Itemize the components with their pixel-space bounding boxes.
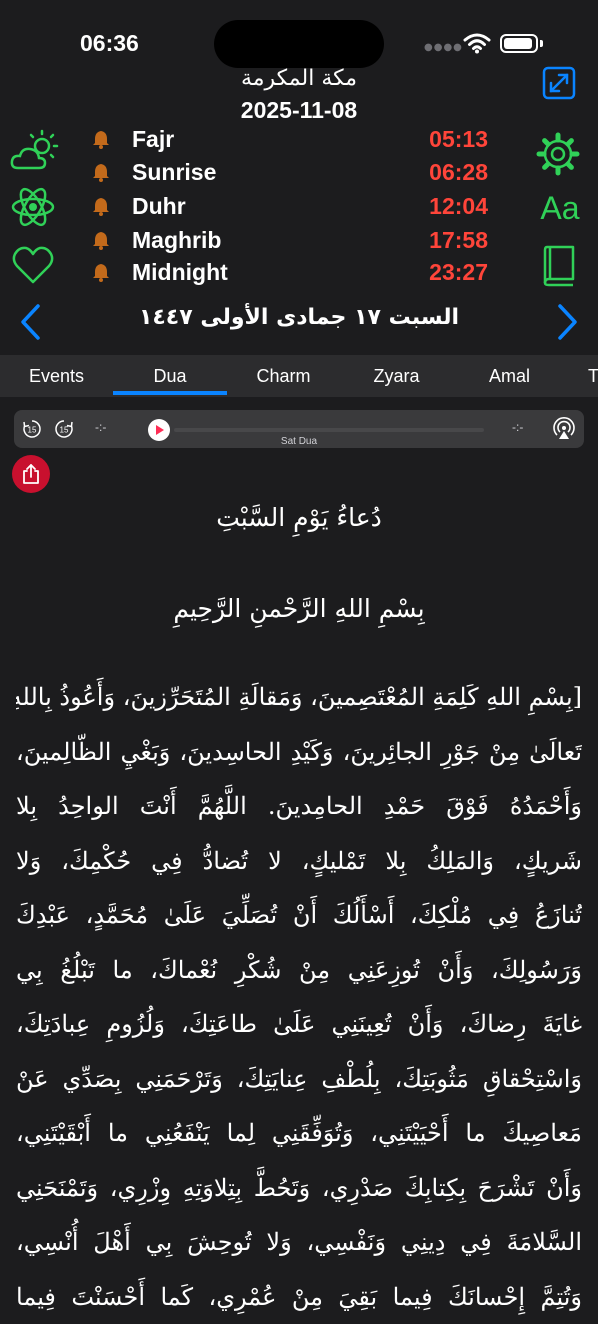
prayer-time: 12:04 <box>418 193 488 220</box>
battery-tip <box>540 40 543 47</box>
prayer-name: Midnight <box>132 259 418 286</box>
tab-charm[interactable]: Charm <box>227 355 340 395</box>
share-icon <box>20 463 42 485</box>
prayer-row-duhr[interactable]: Duhr 12:04 <box>88 190 488 222</box>
status-time: 06:36 <box>80 30 139 57</box>
signal-icon: ●●●● <box>424 42 463 53</box>
share-button[interactable] <box>12 455 50 493</box>
prayer-name: Sunrise <box>132 159 418 186</box>
gear-icon[interactable] <box>536 132 580 176</box>
active-tab-indicator <box>113 391 227 395</box>
bell-icon[interactable] <box>88 162 114 182</box>
hijri-date: السبت ١٧ جمادى الأولى ١٤٤٧ <box>60 305 538 330</box>
elapsed-time: -:- <box>95 420 106 434</box>
dua-line: وَأَحْمَدُهُ فَوْقَ حَمْدِ الحامِدينَ. ا… <box>16 779 582 834</box>
dynamic-island <box>214 20 384 68</box>
dua-line: السَّلامَةَ فِي دِينِي وَنَفْسِي، وَلا ت… <box>16 1215 582 1270</box>
tab-amal[interactable]: Amal <box>453 355 566 395</box>
dua-line: وَرَسُولِكَ، وَأَنْ تُوزِعَنِي مِنْ شُكْ… <box>16 943 582 998</box>
prayer-name: Duhr <box>132 193 418 220</box>
prayer-name: Fajr <box>132 126 418 153</box>
prayer-time: 23:27 <box>418 259 488 286</box>
battery-icon <box>500 34 538 53</box>
dua-line: تُنازَعُ فِي مُلْكِكَ، أَسْأَلُكَ أَنْ ت… <box>16 888 582 943</box>
bell-icon[interactable] <box>88 129 114 149</box>
dua-line: وَاسْتِحْقاقِ مَثُوبَتِكَ، بِلُطْفِ عِنا… <box>16 1052 582 1107</box>
prayer-time: 06:28 <box>418 159 488 186</box>
tab-events[interactable]: Events <box>0 355 113 395</box>
tab-bar: Events Dua Charm Zyara Amal T <box>0 355 598 397</box>
progress-slider[interactable] <box>174 428 484 432</box>
font-size-icon[interactable]: Aa <box>537 188 583 228</box>
tab-more[interactable]: T <box>588 355 598 395</box>
prayer-row-fajr[interactable]: Fajr 05:13 <box>88 123 488 155</box>
book-icon[interactable] <box>540 242 578 288</box>
prayer-row-sunrise[interactable]: Sunrise 06:28 <box>88 156 488 188</box>
prayer-name: Maghrib <box>132 227 418 254</box>
atom-icon[interactable] <box>10 184 56 230</box>
next-day-chevron-icon[interactable] <box>552 302 584 342</box>
city-name: مكة المكرمة <box>0 66 598 91</box>
bell-icon[interactable] <box>88 196 114 216</box>
bismillah: بِسْمِ اللهِ الرَّحْمنِ الرَّحِيمِ <box>0 594 598 623</box>
dua-body: [بِسْمِ اللهِ كَلِمَةِ المُعْتَصِمينَ، و… <box>16 670 582 1324</box>
bell-icon[interactable] <box>88 262 114 282</box>
tab-dua[interactable]: Dua <box>113 355 227 395</box>
heart-icon[interactable] <box>10 244 56 286</box>
prayer-time: 17:58 <box>418 227 488 254</box>
dua-line: غايَةَ رِضاكَ، وَأَنْ تُعِينَنِي عَلَىٰ … <box>16 997 582 1052</box>
skip-back-label: 15 <box>28 426 37 435</box>
expand-icon[interactable] <box>542 66 576 100</box>
audio-player: 15 15 -:- -:- Sat Dua <box>14 410 584 448</box>
bell-icon[interactable] <box>88 230 114 250</box>
dua-line: [بِسْمِ اللهِ كَلِمَةِ المُعْتَصِمينَ، و… <box>16 670 582 725</box>
dua-line: وَتُتِمَّ إِحْسانَكَ فِيما بَقِيَ مِنْ ع… <box>16 1270 582 1324</box>
dua-line: شَريكٍ، وَالمَلِكُ بِلا تَمْليكٍ، لا تُض… <box>16 834 582 889</box>
remaining-time: -:- <box>512 420 523 434</box>
wifi-icon <box>463 32 491 58</box>
gregorian-date: 2025-11-08 <box>0 97 598 124</box>
dua-line: مَعاصِيكَ ما أَحْيَيْتَنِي، وَتُوَفِّقَن… <box>16 1106 582 1161</box>
dua-title: دُعاءُ يَوْمِ السَّبْتِ <box>0 503 598 532</box>
dua-line: تَعالَىٰ مِنْ جَوْرِ الجائِرينَ، وَكَيْد… <box>16 725 582 780</box>
prayer-row-midnight[interactable]: Midnight 23:27 <box>88 256 488 288</box>
prayer-row-maghrib[interactable]: Maghrib 17:58 <box>88 224 488 256</box>
prayer-time: 05:13 <box>418 126 488 153</box>
weather-icon[interactable] <box>8 128 64 174</box>
dua-line: وَأَنْ تَشْرَحَ بِكِتابِكَ صَدْرِي، وَتَ… <box>16 1161 582 1216</box>
previous-day-chevron-icon[interactable] <box>14 302 46 342</box>
tab-zyara[interactable]: Zyara <box>340 355 453 395</box>
skip-forward-label: 15 <box>60 426 69 435</box>
track-title: Sat Dua <box>14 436 584 447</box>
